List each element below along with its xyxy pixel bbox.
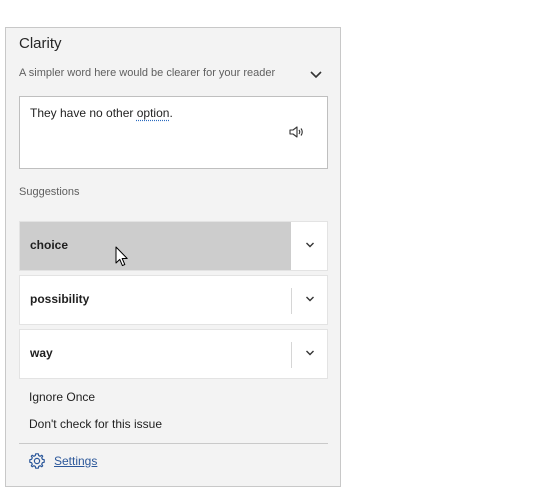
suggestion-label: possibility [30, 292, 90, 306]
suggestion-item: way [19, 329, 328, 379]
ignore-once-link[interactable]: Ignore Once [29, 390, 95, 404]
suggestions-heading: Suggestions [19, 186, 80, 198]
suggestion-apply-button[interactable]: way [20, 330, 291, 378]
divider [19, 443, 328, 444]
context-sentence: They have no other option. [30, 106, 173, 120]
chevron-down-icon [306, 242, 314, 248]
settings-label: Settings [54, 454, 98, 468]
suggestion-expand-button[interactable] [292, 276, 327, 324]
suggestion-label: choice [30, 238, 69, 252]
pane-title: Clarity [19, 35, 62, 52]
suggestion-apply-button[interactable]: choice [20, 222, 291, 270]
chevron-down-icon [306, 350, 314, 356]
suggestion-expand-button[interactable] [292, 222, 327, 270]
flagged-word: option [136, 106, 170, 120]
suggestion-apply-button[interactable]: possibility [20, 276, 291, 324]
suggestion-expand-button[interactable] [292, 330, 327, 378]
suggestion-item: choice [19, 221, 328, 271]
suggestion-label: way [30, 346, 53, 360]
dont-check-issue-link[interactable]: Don't check for this issue [29, 417, 162, 431]
chevron-down-icon[interactable] [308, 67, 324, 83]
gear-icon [29, 453, 45, 469]
issue-description: A simpler word here would be clearer for… [19, 67, 276, 79]
context-after: . [169, 106, 173, 120]
context-before: They have no other [30, 106, 137, 120]
suggestion-item: possibility [19, 275, 328, 325]
issue-header[interactable]: A simpler word here would be clearer for… [19, 67, 324, 83]
chevron-down-icon [306, 296, 314, 302]
context-sentence-box: They have no other option. [19, 96, 328, 169]
clarity-pane: Clarity A simpler word here would be cle… [5, 27, 341, 487]
speaker-icon[interactable] [288, 124, 306, 140]
mouse-cursor [115, 246, 128, 267]
